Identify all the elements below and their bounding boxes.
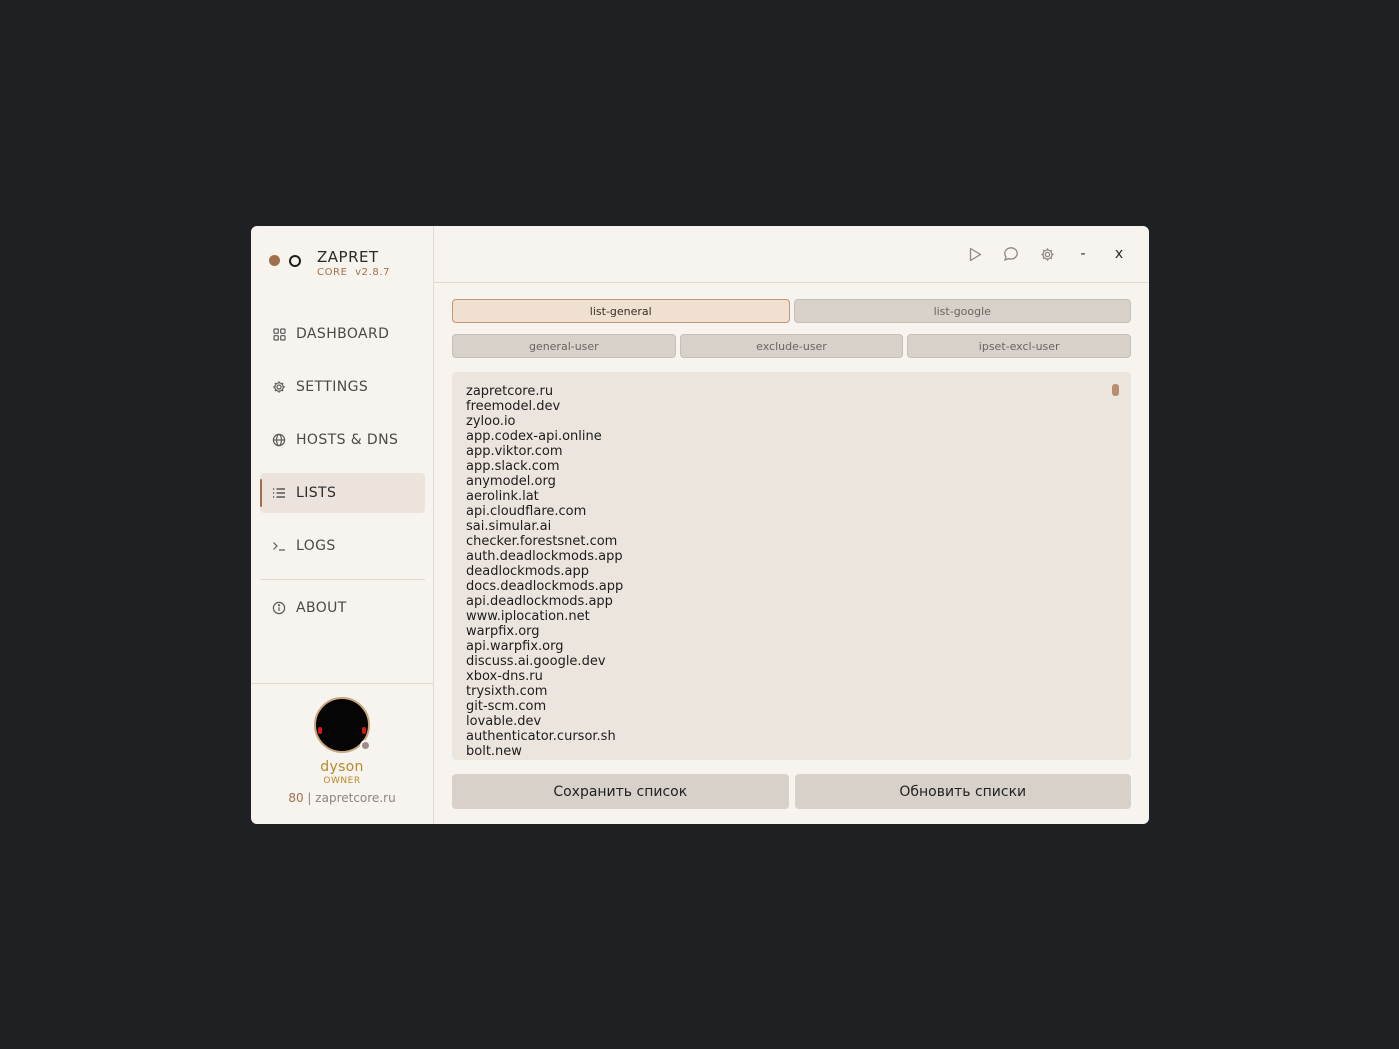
user-profile: dyson OWNER 80 | zapretcore.ru [251, 683, 433, 824]
tab-ipset-excl-user[interactable]: ipset-excl-user [907, 334, 1132, 358]
globe-icon [272, 433, 286, 447]
sidebar-item-label: LISTS [296, 485, 337, 501]
user-count: 80 [288, 791, 304, 805]
app-window: ZAPRET CORE v2.8.7 DASHBOARD SETTINGS HO… [251, 226, 1149, 824]
sidebar-item-label: LOGS [296, 538, 336, 554]
gear-icon[interactable] [1037, 244, 1057, 264]
scrollbar-thumb[interactable] [1112, 384, 1119, 396]
sidebar-item-about[interactable]: ABOUT [260, 588, 425, 628]
main-panel: - x list-general list-google general-use… [434, 226, 1149, 824]
user-meta: 80 | zapretcore.ru [251, 791, 433, 805]
sidebar: ZAPRET CORE v2.8.7 DASHBOARD SETTINGS HO… [251, 226, 434, 824]
tab-exclude-user[interactable]: exclude-user [679, 334, 904, 358]
chat-icon[interactable] [1001, 244, 1021, 264]
avatar-accent-left [318, 727, 322, 734]
list-tabs-user: general-user exclude-user ipset-excl-use… [452, 334, 1132, 358]
user-role: OWNER [323, 776, 361, 786]
terminal-icon [272, 539, 286, 553]
tab-general-user[interactable]: general-user [452, 334, 676, 358]
sidebar-item-settings[interactable]: SETTINGS [260, 367, 425, 407]
status-dot-icon [269, 255, 280, 266]
tab-list-google[interactable]: list-google [793, 299, 1131, 323]
avatar[interactable] [314, 697, 371, 753]
user-name: dyson [320, 759, 364, 775]
status-badge [360, 740, 371, 751]
sidebar-item-hosts-dns[interactable]: HOSTS & DNS [260, 420, 425, 460]
version-label: v2.8.7 [355, 267, 391, 278]
update-lists-button[interactable]: Обновить списки [794, 774, 1131, 809]
close-button[interactable]: x [1109, 244, 1129, 264]
brand: ZAPRET CORE v2.8.7 [269, 248, 390, 278]
list-icon [272, 486, 286, 500]
title-bar: - x [434, 226, 1149, 283]
sidebar-item-dashboard[interactable]: DASHBOARD [260, 314, 425, 354]
sidebar-item-logs[interactable]: LOGS [260, 526, 425, 566]
sidebar-item-label: HOSTS & DNS [296, 432, 399, 448]
window-controls: - x [949, 244, 1129, 264]
core-label: CORE [317, 267, 348, 278]
app-version: CORE v2.8.7 [317, 267, 390, 278]
sidebar-item-label: ABOUT [296, 600, 347, 616]
info-icon [272, 601, 286, 615]
list-editor-text[interactable]: zapretcore.ru freemodel.dev zyloo.io app… [452, 372, 1131, 759]
sidebar-item-label: SETTINGS [296, 379, 369, 395]
list-editor[interactable]: zapretcore.ru freemodel.dev zyloo.io app… [452, 372, 1131, 760]
sidebar-item-lists[interactable]: LISTS [260, 473, 425, 513]
save-list-button[interactable]: Сохранить список [452, 774, 789, 809]
avatar-accent-right [362, 727, 366, 734]
sidebar-nav: DASHBOARD SETTINGS HOSTS & DNS LISTS LOG… [260, 314, 425, 641]
grid-icon [272, 327, 286, 341]
sidebar-item-label: DASHBOARD [296, 326, 390, 342]
play-icon[interactable] [965, 244, 985, 264]
gear-icon [272, 380, 286, 394]
app-title: ZAPRET [317, 248, 379, 266]
ring-dot-icon [289, 255, 301, 267]
list-tabs-primary: list-general list-google [452, 299, 1131, 323]
action-bar: Сохранить список Обновить списки [452, 774, 1131, 809]
tab-list-general[interactable]: list-general [452, 299, 790, 323]
meta-separator: | [307, 791, 312, 805]
minimize-button[interactable]: - [1073, 244, 1093, 264]
sidebar-divider [260, 579, 425, 580]
user-site-link[interactable]: zapretcore.ru [315, 791, 395, 805]
